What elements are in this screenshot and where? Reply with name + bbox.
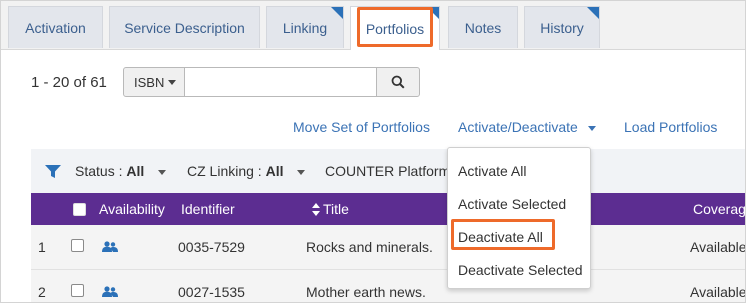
- activate-deactivate-label: Activate/Deactivate: [458, 119, 578, 135]
- cz-linking-filter[interactable]: CZ Linking : All: [187, 163, 306, 179]
- row-checkbox[interactable]: [71, 239, 84, 252]
- coverage-cell: Available: [690, 284, 746, 300]
- load-portfolios-link[interactable]: Load Portfolios: [624, 119, 717, 135]
- column-header-coverage[interactable]: Coverage: [693, 201, 745, 217]
- caret-down-icon: [168, 79, 177, 85]
- cz-linking-filter-value: All: [265, 163, 284, 179]
- column-header-identifier[interactable]: Identifier: [181, 201, 235, 217]
- table-row[interactable]: 2 0027-1535 Mother earth news. Available: [31, 270, 746, 302]
- users-icon[interactable]: [102, 241, 118, 253]
- move-set-of-portfolios-link[interactable]: Move Set of Portfolios: [293, 119, 430, 135]
- tab-label: Service Description: [124, 19, 245, 36]
- menu-item-activate-selected[interactable]: Activate Selected: [458, 196, 566, 212]
- tab-linking[interactable]: Linking: [266, 6, 344, 48]
- caret-down-icon: [158, 169, 167, 175]
- search-type-label: ISBN: [134, 74, 165, 90]
- select-all-checkbox[interactable]: [73, 203, 86, 216]
- menu-item-activate-all[interactable]: Activate All: [458, 163, 526, 179]
- tab-label: Portfolios: [365, 20, 425, 37]
- coverage-cell: Available: [690, 239, 746, 255]
- users-icon[interactable]: [102, 286, 118, 298]
- tab-service-description[interactable]: Service Description: [109, 6, 260, 48]
- tab-history[interactable]: History: [524, 6, 600, 48]
- tab-activation[interactable]: Activation: [8, 6, 103, 48]
- status-filter-value: All: [126, 163, 145, 179]
- counter-platform-filter[interactable]: COUNTER Platform: [325, 163, 450, 179]
- filter-bar: Status : All CZ Linking : All COUNTER Pl…: [31, 149, 745, 193]
- caret-down-icon: [297, 169, 306, 175]
- activate-deactivate-menu[interactable]: Activate/Deactivate: [458, 119, 596, 135]
- tab-label: Activation: [25, 19, 86, 36]
- status-filter[interactable]: Status : All: [75, 163, 167, 179]
- corner-marker-icon: [587, 7, 599, 19]
- column-header-title[interactable]: Title: [323, 201, 349, 217]
- tab-label: Notes: [464, 19, 502, 36]
- activate-deactivate-dropdown: Activate All Activate Selected Deactivat…: [447, 147, 591, 289]
- corner-marker-icon: [427, 7, 439, 19]
- identifier-cell: 0035-7529: [178, 239, 245, 255]
- title-cell[interactable]: Mother earth news.: [306, 284, 426, 300]
- menu-item-deactivate-selected[interactable]: Deactivate Selected: [458, 262, 583, 278]
- caret-down-icon: [587, 125, 596, 131]
- search-button[interactable]: [376, 67, 420, 97]
- search-icon: [391, 75, 405, 89]
- cz-linking-filter-label: CZ Linking :: [187, 163, 262, 179]
- search-type-dropdown[interactable]: ISBN: [123, 67, 185, 97]
- tab-portfolios[interactable]: Portfolios: [350, 6, 440, 50]
- title-cell[interactable]: Rocks and minerals.: [306, 239, 433, 255]
- tab-bar: Activation Service Description Linking P…: [1, 1, 745, 50]
- identifier-cell: 0027-1535: [178, 284, 245, 300]
- filter-funnel-icon[interactable]: [45, 165, 61, 178]
- search-input[interactable]: [185, 67, 377, 97]
- corner-marker-icon: [331, 7, 343, 19]
- record-count: 1 - 20 of 61: [31, 74, 107, 91]
- tab-label: History: [540, 19, 584, 36]
- table-header: Availability Identifier Title Coverage: [31, 193, 745, 225]
- row-checkbox[interactable]: [71, 284, 84, 297]
- sort-icon[interactable]: [312, 203, 320, 216]
- column-header-availability[interactable]: Availability: [99, 201, 165, 217]
- tab-notes[interactable]: Notes: [448, 6, 518, 48]
- table-row[interactable]: 1 0035-7529 Rocks and minerals. Availabl…: [31, 225, 746, 270]
- row-number: 1: [38, 239, 46, 255]
- portfolio-list-frame: Activation Service Description Linking P…: [0, 0, 746, 303]
- tab-label: Linking: [282, 19, 328, 36]
- menu-item-deactivate-all[interactable]: Deactivate All: [458, 229, 543, 245]
- status-filter-label: Status :: [75, 163, 123, 179]
- row-number: 2: [38, 284, 46, 300]
